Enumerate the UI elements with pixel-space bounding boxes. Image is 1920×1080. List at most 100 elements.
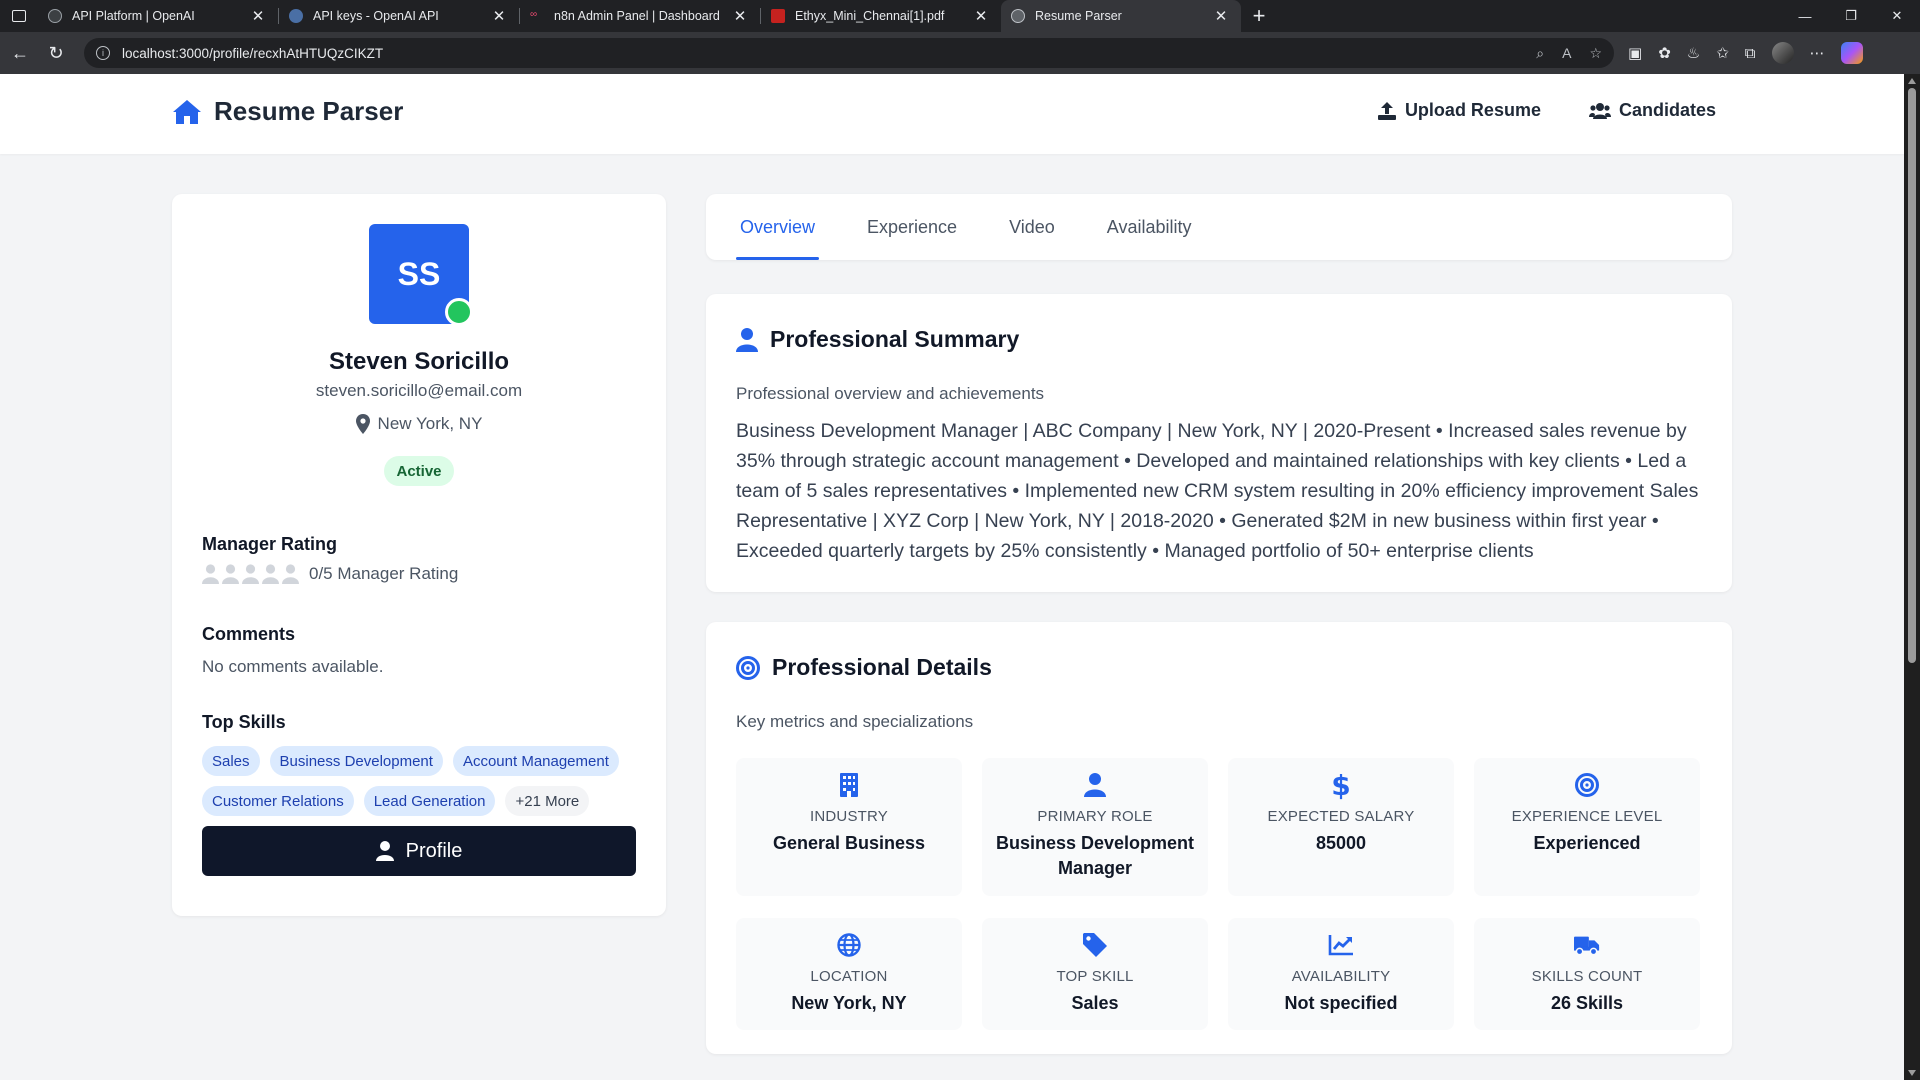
stat-top-skill: Top Skill Sales [982, 918, 1208, 1030]
rating-star-icon[interactable] [202, 564, 219, 584]
stat-label: Skills Count [1531, 968, 1643, 985]
openai-favicon-icon [289, 9, 303, 23]
candidate-location: New York, NY [172, 414, 666, 434]
stat-value: 26 Skills [1550, 993, 1624, 1013]
scroll-up-icon[interactable] [1908, 78, 1916, 84]
profile-button-label: Profile [405, 839, 463, 862]
top-skills-heading: Top Skills [202, 712, 286, 732]
stat-industry: Industry General Business [736, 758, 962, 896]
scrollbar-thumb[interactable] [1908, 88, 1916, 663]
tab-actions-icon [12, 10, 26, 22]
collections-icon[interactable]: ⧉ [1745, 45, 1756, 62]
tag-icon [1082, 932, 1108, 958]
tab-video[interactable]: Video [1005, 194, 1059, 260]
skill-chip: Lead Generation [363, 786, 496, 816]
rating-star-icon[interactable] [262, 564, 279, 584]
target-icon [1574, 772, 1600, 798]
browser-tab-strip: API Platform | OpenAI ✕ API keys - OpenA… [0, 0, 1920, 32]
tab-experience[interactable]: Experience [863, 194, 961, 260]
close-tab-icon[interactable]: ✕ [250, 7, 266, 25]
extension-icon[interactable]: ▣ [1628, 44, 1642, 62]
tab-actions-button[interactable] [0, 0, 38, 32]
rating-stars[interactable] [202, 564, 299, 584]
reload-icon[interactable]: ↻ [40, 37, 72, 69]
stat-label: Experience Level [1511, 808, 1663, 825]
tab-overview[interactable]: Overview [736, 194, 820, 260]
scroll-down-icon[interactable] [1908, 1070, 1916, 1076]
professional-summary-card: Professional Summary Professional overvi… [706, 294, 1732, 592]
candidate-name: Steven Soricillo [328, 348, 510, 375]
url-text[interactable]: localhost:3000/profile/recxhAtHTUQzCIKZT [122, 46, 1536, 61]
browser-tab-active[interactable]: Resume Parser ✕ [1001, 0, 1241, 32]
brand-home-link[interactable]: Resume Parser [172, 96, 403, 127]
candidates-label: Candidates [1618, 100, 1716, 120]
globe-favicon-icon [1011, 9, 1025, 23]
browser-toolbar: ← ↻ i localhost:3000/profile/recxhAtHTUQ… [0, 32, 1920, 74]
candidate-location-text: New York, NY [377, 414, 483, 433]
manager-rating: 0/5 Manager Rating [202, 564, 458, 584]
profile-card: SS Steven Soricillo steven.soricillo@ema… [172, 194, 666, 916]
close-tab-icon[interactable]: ✕ [491, 7, 507, 25]
browser-tab[interactable]: API keys - OpenAI API ✕ [279, 0, 519, 32]
stat-value: Sales [1071, 993, 1119, 1013]
stat-label: Top Skill [1056, 968, 1134, 985]
browser-extensions: ▣ ✿ ♨ ✩ ⧉ ⋯ [1628, 42, 1863, 64]
app-header: Resume Parser Upload Resume Candidates [0, 74, 1904, 154]
upload-resume-label: Upload Resume [1404, 100, 1541, 120]
address-bar[interactable]: i localhost:3000/profile/recxhAtHTUQzCIK… [84, 38, 1614, 68]
restore-icon[interactable]: ❐ [1828, 0, 1874, 32]
browser-tab[interactable]: Ethyx_Mini_Chennai[1].pdf ✕ [761, 0, 1001, 32]
globe-icon [836, 932, 862, 958]
upload-resume-link[interactable]: Upload Resume [1377, 100, 1541, 121]
browser-tab-title: API Platform | OpenAI [72, 9, 195, 23]
favorites-icon[interactable]: ✩ [1716, 44, 1729, 62]
site-info-icon[interactable]: i [96, 46, 110, 60]
favorite-star-icon[interactable]: ☆ [1589, 45, 1602, 62]
page-scrollbar[interactable] [1904, 74, 1920, 1080]
browser-tab[interactable]: ∞ n8n Admin Panel | Dashboard ✕ [520, 0, 760, 32]
n8n-favicon-icon: ∞ [530, 9, 538, 20]
read-aloud-icon[interactable]: A [1562, 45, 1571, 62]
status-badge: Active [384, 456, 454, 486]
profile-avatar-icon[interactable] [1771, 42, 1794, 64]
skill-chip: Account Management [452, 746, 619, 776]
app-title: Resume Parser [214, 96, 404, 126]
comments-text: No comments available. [202, 657, 384, 676]
browser-tab-title: n8n Admin Panel | Dashboard [554, 9, 720, 23]
more-skills-chip[interactable]: +21 More [505, 786, 590, 816]
minimize-icon[interactable]: — [1782, 0, 1828, 32]
rating-star-icon[interactable] [242, 564, 259, 584]
zoom-icon[interactable]: ⌕ [1536, 45, 1544, 62]
close-tab-icon[interactable]: ✕ [973, 7, 989, 25]
browser-tab-title: Ethyx_Mini_Chennai[1].pdf [795, 9, 945, 23]
skill-chip: Business Development [269, 746, 443, 776]
profile-button[interactable]: Profile [202, 826, 636, 876]
tab-availability[interactable]: Availability [1103, 194, 1196, 260]
rating-star-icon[interactable] [222, 564, 239, 584]
comments-heading: Comments [202, 624, 296, 644]
avatar-initials: SS [397, 255, 441, 292]
stat-value: General Business [772, 833, 926, 853]
skill-chip: Customer Relations [202, 786, 354, 816]
new-tab-button[interactable]: + [1241, 0, 1277, 32]
extensions-puzzle-icon[interactable]: ✿ [1658, 44, 1671, 62]
rating-star-icon[interactable] [282, 564, 299, 584]
stat-primary-role: Primary Role Business Development Manage… [982, 758, 1208, 896]
profile-tabs: Overview Experience Video Availability [706, 194, 1732, 260]
candidates-link[interactable]: Candidates [1588, 100, 1716, 121]
back-arrow-icon[interactable]: ← [4, 37, 36, 69]
upload-icon [1377, 101, 1396, 120]
details-title-text: Professional Details [772, 654, 992, 680]
close-tab-icon[interactable]: ✕ [1213, 7, 1229, 25]
copilot-icon[interactable] [1840, 42, 1863, 64]
stat-label: Industry [810, 808, 888, 825]
browser-tab[interactable]: API Platform | OpenAI ✕ [38, 0, 278, 32]
close-tab-icon[interactable]: ✕ [732, 7, 748, 25]
close-window-icon[interactable]: ✕ [1874, 0, 1920, 32]
page-viewport: Resume Parser Upload Resume Candidates S… [0, 74, 1904, 1080]
performance-icon[interactable]: ♨ [1687, 44, 1700, 62]
map-pin-icon [355, 414, 370, 434]
stat-label: Primary Role [1037, 808, 1153, 825]
more-menu-icon[interactable]: ⋯ [1810, 44, 1825, 62]
skill-chip: Sales [202, 746, 260, 776]
